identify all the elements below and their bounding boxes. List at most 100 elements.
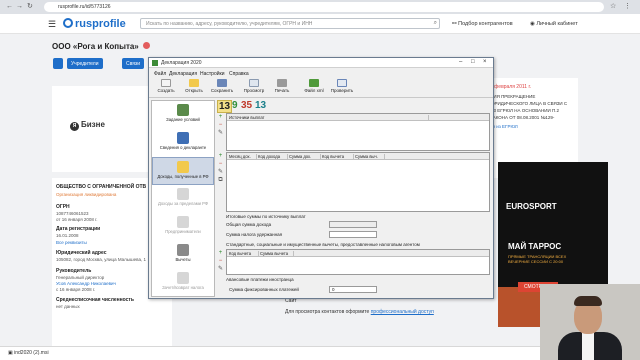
- search-input[interactable]: Искать по названию, адресу, руководителю…: [140, 18, 440, 29]
- liquidation-line: ИЗ ЕГРЮЛ НА ОСНОВАНИИ П.2: [490, 108, 560, 113]
- contacts-note: Для просмотра контактов оформите професс…: [285, 309, 434, 315]
- cabinet-link[interactable]: ◉ Личный кабинет: [530, 21, 578, 27]
- edit-icon[interactable]: ✎: [217, 169, 224, 175]
- tab-rate-13-nonresident[interactable]: 13: [255, 100, 266, 111]
- tab-rate-35[interactable]: 35: [241, 100, 252, 111]
- select-contractors-label: Подбор контрагентов: [458, 21, 513, 27]
- more-vert-icon[interactable]: ⋮: [624, 3, 631, 11]
- app-icon: [152, 60, 158, 66]
- sidebar-item-label: Задание условий: [166, 117, 200, 122]
- add-icon[interactable]: +: [217, 114, 224, 120]
- sidebar-item-income-abroad[interactable]: Доходы за пределами РФ: [152, 185, 214, 213]
- preview-button[interactable]: Просмотр: [241, 79, 267, 97]
- tab-rate-13[interactable]: 13: [217, 100, 233, 113]
- window-titlebar[interactable]: Декларация 2020 – □ ×: [149, 58, 493, 68]
- fixed-payments-field[interactable]: 0: [329, 286, 377, 293]
- print-button[interactable]: Печать: [269, 79, 295, 97]
- requisites-link[interactable]: Все реквизиты: [56, 240, 87, 245]
- sidebar-item-declarant[interactable]: Сведения о декларанте: [152, 129, 214, 157]
- deduction-header-cell: Сумма вычета: [260, 251, 294, 257]
- company-status: Организация ликвидирована: [56, 192, 117, 197]
- back-icon[interactable]: ←: [6, 3, 13, 11]
- add-icon[interactable]: +: [217, 250, 224, 256]
- links-button[interactable]: Связи: [122, 58, 145, 69]
- founders-button[interactable]: Учредители: [67, 58, 103, 69]
- edit-icon[interactable]: ✎: [217, 130, 224, 136]
- menu-icon[interactable]: ☰: [48, 19, 56, 30]
- sidebar-item-refund[interactable]: Зачет/возврат налога: [152, 269, 214, 297]
- delete-icon[interactable]: −: [217, 258, 224, 264]
- sidebar-item-label: Доходы, полученные в РФ: [157, 174, 209, 179]
- edit-icon[interactable]: ✎: [217, 266, 224, 272]
- site-header: ☰ rusprofile Искать по названию, адресу,…: [0, 14, 640, 34]
- search-icon[interactable]: ⌕: [434, 20, 437, 27]
- sidebar-item-entrepreneurs[interactable]: Предприниматели: [152, 213, 214, 241]
- person-icon: [177, 132, 189, 144]
- founders-label: Учредители: [71, 61, 99, 67]
- add-icon[interactable]: +: [217, 153, 224, 159]
- sidebar-item-deductions[interactable]: Вычеты: [152, 241, 214, 269]
- menu-settings[interactable]: Настройки: [200, 71, 225, 77]
- window-title: Декларация 2020: [161, 60, 202, 66]
- delete-icon[interactable]: −: [217, 161, 224, 167]
- deductions-grid[interactable]: Код вычета Сумма вычета: [226, 249, 490, 275]
- income-grid[interactable]: Месяц дох. Код дохода Сумма дох. Код выч…: [226, 152, 490, 212]
- menu-file[interactable]: Файл: [154, 71, 166, 77]
- site-logo[interactable]: rusprofile: [63, 18, 126, 30]
- employees-value: нет данных: [56, 304, 80, 309]
- egrul-link[interactable]: ия из ЕГРЮЛ: [490, 124, 518, 129]
- bookmark-button[interactable]: [53, 58, 63, 69]
- tab-rate-9[interactable]: 9: [232, 100, 238, 111]
- print-label: Печать: [274, 88, 290, 93]
- pro-access-link[interactable]: профессиональный доступ: [371, 309, 434, 315]
- delete-icon[interactable]: −: [217, 122, 224, 128]
- tax-withheld-field[interactable]: [329, 231, 377, 238]
- banner-logo-icon: Я: [70, 122, 79, 131]
- total-income-field: [329, 221, 377, 228]
- sidebar-item-income-rf[interactable]: Доходы, полученные в РФ: [152, 157, 214, 185]
- company-full-name: ОБЩЕСТВО С ОГРАНИЧЕННОЙ ОТВ: [56, 184, 147, 190]
- menu-help[interactable]: Справка: [229, 71, 249, 77]
- address-value: 105082, город Москва, улица Малышева, 1: [56, 257, 146, 262]
- calculator-icon: [177, 244, 189, 256]
- copy-icon[interactable]: ⧉: [217, 177, 224, 183]
- maximize-icon[interactable]: □: [471, 59, 475, 65]
- save-button[interactable]: Сохранить: [209, 79, 235, 97]
- sources-grid[interactable]: Источники выплат: [226, 113, 490, 151]
- star-icon[interactable]: ☆: [610, 3, 616, 11]
- deductions-title: Стандартные, социальные и имущественные …: [226, 242, 420, 247]
- company-title-text: ООО «Рога и Копыта»: [52, 42, 139, 51]
- liquidation-line: ЮРИДИЧЕСКОГО ЛИЦА В СВЯЗИ С: [490, 101, 568, 106]
- logo-mark-icon: [63, 18, 73, 28]
- address-bar[interactable]: rusprofile.ru/id/5773126: [44, 2, 604, 12]
- sources-header-cell: Источники выплат: [229, 115, 429, 121]
- reload-icon[interactable]: ↻: [27, 3, 33, 11]
- check-button[interactable]: Проверить: [329, 79, 355, 97]
- fixed-payments-value: 0: [332, 287, 335, 292]
- address-label: Юридический адрес: [56, 250, 107, 256]
- sidebar-item-conditions[interactable]: Задание условий: [152, 101, 214, 129]
- deduction-header-cell: Код вычета: [229, 251, 259, 257]
- preview-icon: [249, 79, 259, 87]
- xml-file-button[interactable]: Файл xml: [301, 79, 327, 97]
- income-header-cell: Месяц дох.: [229, 154, 257, 160]
- select-contractors-link[interactable]: ⚯ Подбор контрагентов: [452, 21, 513, 27]
- new-doc-icon: [161, 79, 171, 87]
- open-button[interactable]: Открыть: [181, 79, 207, 97]
- download-item[interactable]: ▣ ind2020 (2).msi: [8, 350, 49, 356]
- minimize-icon[interactable]: –: [459, 59, 462, 65]
- totals-title: Итоговые суммы по источнику выплат: [226, 214, 306, 219]
- menu-declaration[interactable]: Декларация: [169, 71, 197, 77]
- search-placeholder: Искать по названию, адресу, руководителю…: [146, 21, 313, 27]
- head-name-link[interactable]: Усов Александр Николаевич: [56, 281, 116, 286]
- reg-date-label: Дата регистрации: [56, 226, 101, 232]
- declaration-window: Декларация 2020 – □ × Файл Декларация На…: [148, 57, 494, 299]
- logo-text: rusprofile: [75, 18, 126, 30]
- settings-tree-icon: [177, 104, 189, 116]
- forward-icon[interactable]: →: [16, 3, 23, 11]
- url-text: rusprofile.ru/id/5773126: [58, 4, 111, 10]
- total-income-label: Общая сумма дохода: [226, 222, 272, 227]
- downloads-bar: ▣ ind2020 (2).msi: [0, 346, 540, 360]
- close-icon[interactable]: ×: [483, 59, 487, 65]
- create-button[interactable]: Создать: [153, 79, 179, 97]
